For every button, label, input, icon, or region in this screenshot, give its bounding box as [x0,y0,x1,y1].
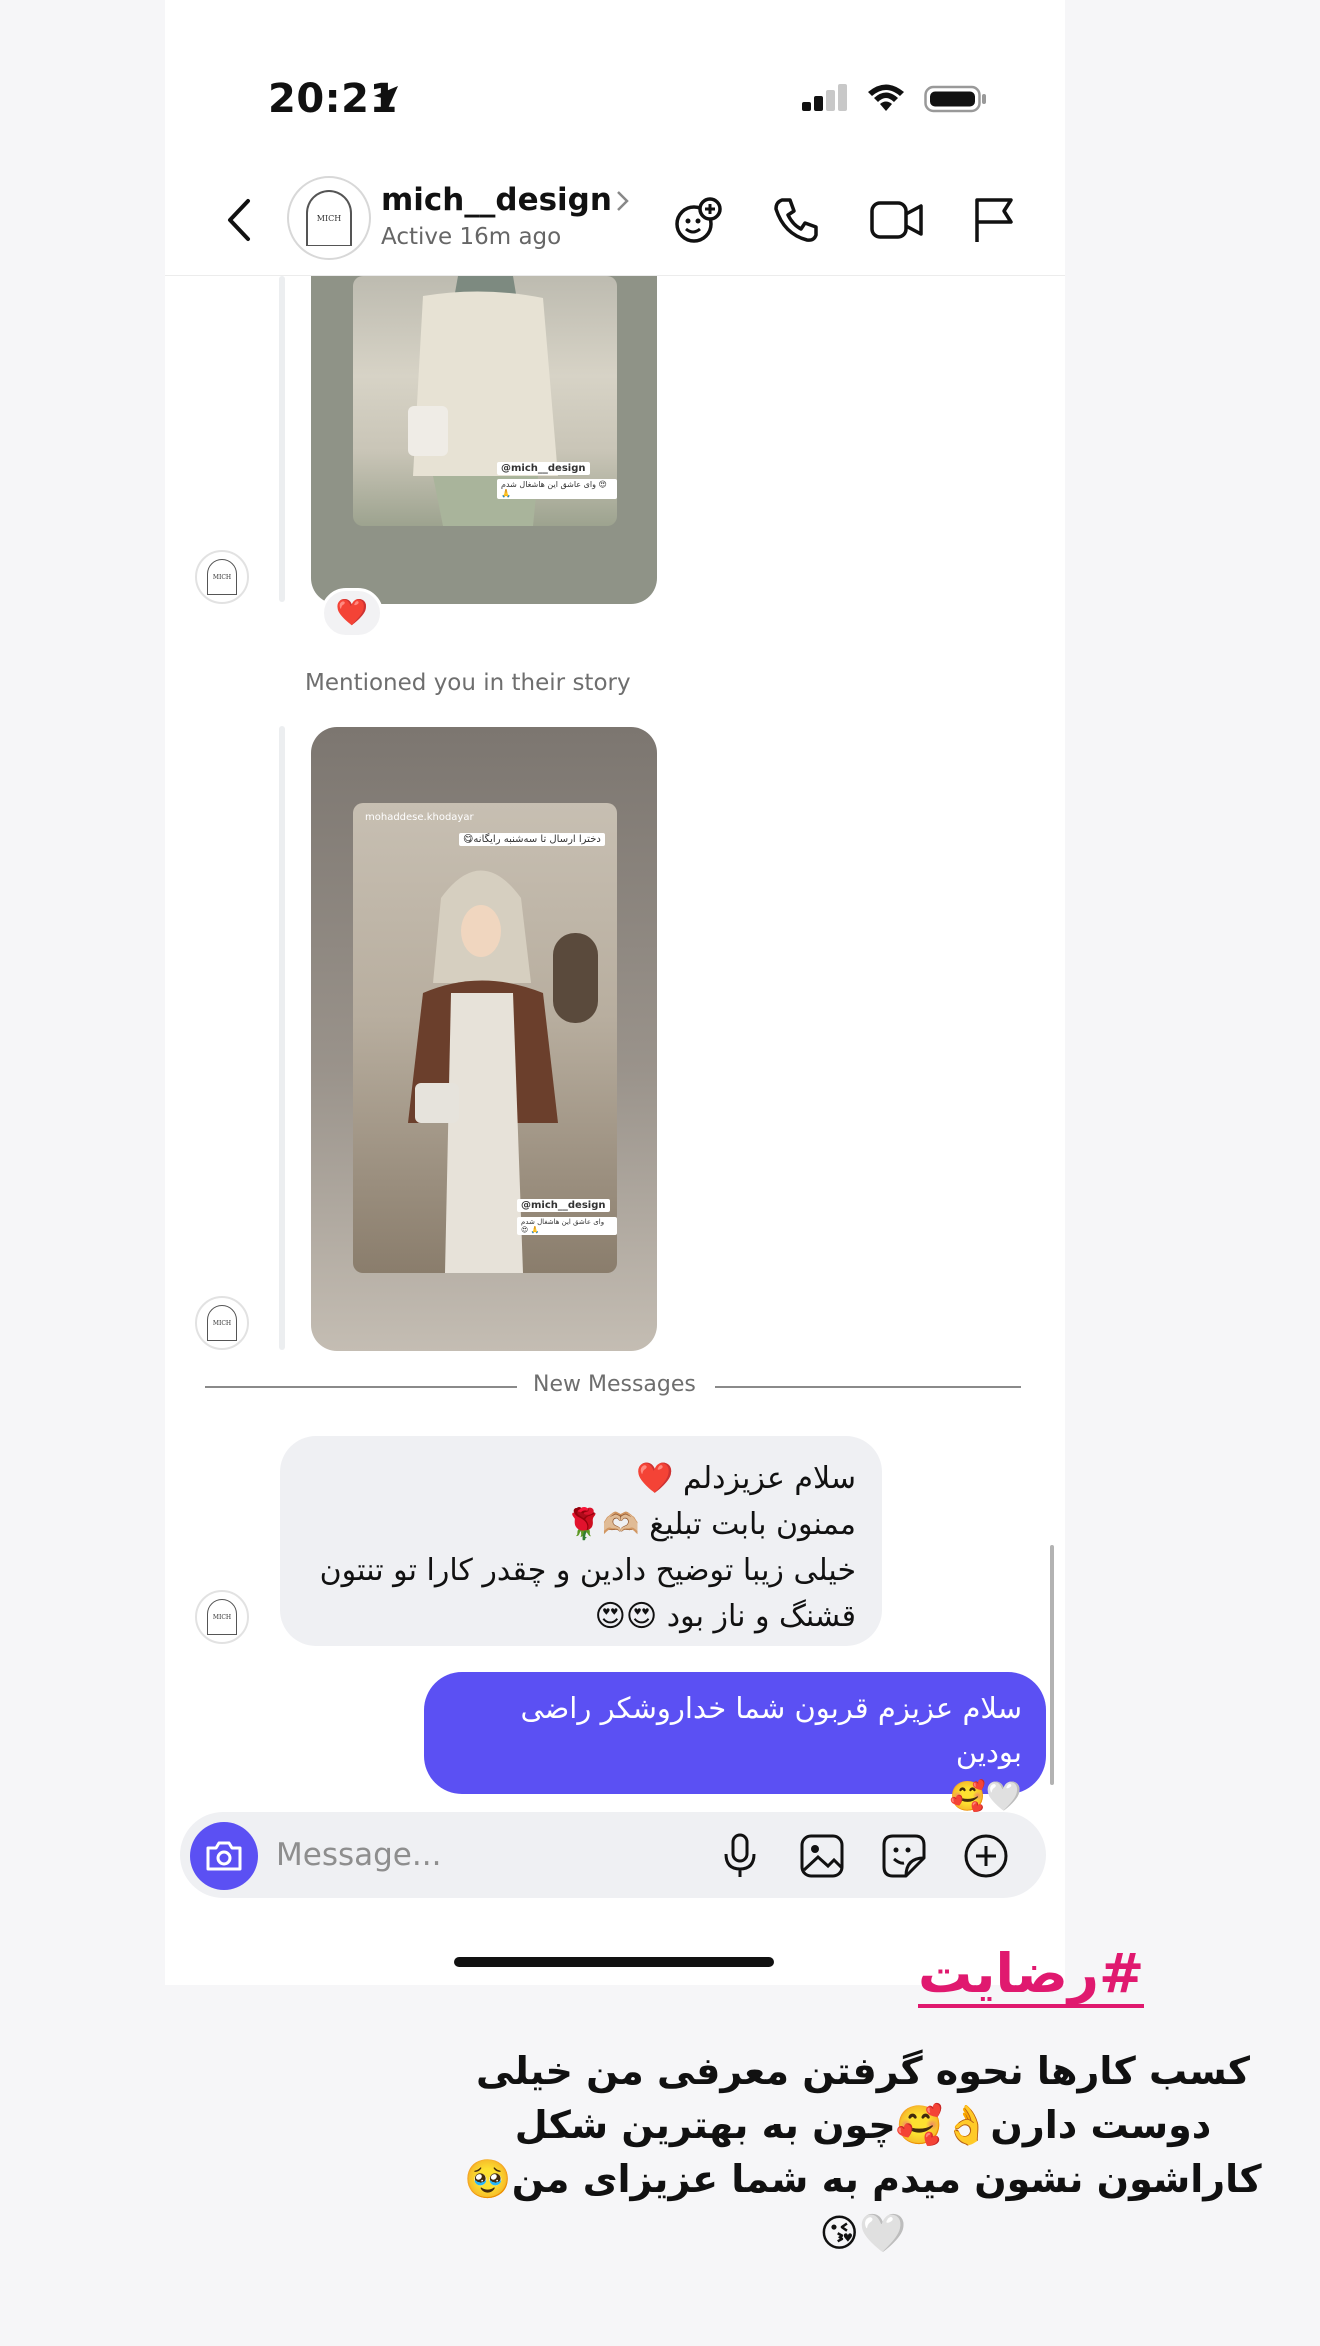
sticker-icon[interactable] [880,1832,928,1880]
avatar[interactable]: MICH [195,1590,249,1644]
message-line: خیلی زیبا توضیح دادین و چقدر کارا تو تنت… [319,1553,856,1588]
chat-header: MICH mich__design Active 16m ago [165,160,1065,276]
story-handle-tag: @mich__design [497,462,590,475]
outgoing-message-bubble[interactable]: سلام عزیزم قربون شما خداروشکر راضی بودین… [424,1672,1046,1813]
flag-icon[interactable] [971,194,1017,246]
signal-icon [802,84,847,111]
incoming-message-bubble[interactable]: سلام عزیزدلم ❤️ ممنون بابت تبلیغ 🫶🏼🌹 خیل… [280,1436,882,1646]
message-input[interactable] [276,1832,556,1878]
story-caption-strip: وای عاشق این هاشغال شدم 😍 🙏 [497,479,617,499]
back-icon[interactable] [220,195,260,245]
camera-icon [206,1841,242,1871]
reply-thread-line [279,726,285,1350]
effects-icon[interactable] [670,194,726,250]
gallery-icon[interactable] [798,1832,846,1880]
hashtag-title: #رضایت [918,1944,1145,2008]
add-icon[interactable] [962,1832,1010,1880]
reply-thread-line [279,276,285,602]
location-arrow-icon [374,86,398,110]
mention-label: Mentioned you in their story [305,670,631,696]
divider-line [715,1386,1021,1388]
mic-icon[interactable] [720,1832,760,1880]
story-handle-tag: @mich__design [517,1199,610,1212]
wifi-icon [868,84,904,111]
battery-icon [924,85,986,113]
active-status: Active 16m ago [381,224,562,250]
message-line: قشنگ و ناز بود 😍😍 [594,1599,856,1634]
avatar-logo: MICH [207,559,237,595]
chevron-right-icon[interactable] [615,190,631,212]
home-indicator[interactable] [454,1957,774,1967]
status-indicators [802,84,988,114]
story-sticker: دخترا ارسال تا سه‌شنبه رایگانه😋 [459,833,605,846]
caption-line: کسب کارها نحوه گرفتن معرفی من خیلی [476,2049,1250,2093]
scrollbar[interactable] [1050,1545,1054,1785]
story-caption-strip: وای عاشق این هاشغال شدم 😍 🙏 [517,1217,617,1235]
message-composer [180,1812,1046,1898]
reaction-heart[interactable]: ❤️ [321,588,383,638]
avatar[interactable]: MICH [195,550,249,604]
caption-line: 🤍😘 [819,2211,907,2255]
message-line: سلام عزیزم قربون شما خداروشکر راضی بودین [520,1691,1022,1769]
phone-screen: 20:21 MICH mich__design Active 16m ago @… [165,0,1065,1985]
avatar[interactable]: MICH [287,176,371,260]
avatar[interactable]: MICH [195,1296,249,1350]
story-caption: کسب کارها نحوه گرفتن معرفی من خیلی دوست … [448,2044,1278,2260]
avatar-logo: MICH [207,1599,237,1635]
caption-line: دوست دارن👌🥰چون به بهترین شکل [514,2103,1212,2147]
story-image: mohaddese.khodayar دخترا ارسال تا سه‌شنب… [353,803,617,1273]
new-messages-label: New Messages [533,1372,696,1397]
story-author: mohaddese.khodayar [365,812,474,823]
caption-line: کاراشون نشون میدم به شما عزیزای من🥹 [464,2157,1262,2201]
camera-button[interactable] [190,1822,258,1890]
phone-icon[interactable] [770,194,822,246]
username[interactable]: mich__design [381,182,612,218]
avatar-logo: MICH [306,190,352,246]
story-card[interactable]: @mich__design وای عاشق این هاشغال شدم 😍 … [311,276,657,604]
video-icon[interactable] [869,194,925,246]
story-card[interactable]: mohaddese.khodayar دخترا ارسال تا سه‌شنب… [311,727,657,1351]
message-line: سلام عزیزدلم ❤️ [636,1461,856,1496]
story-image: @mich__design وای عاشق این هاشغال شدم 😍 … [353,276,617,526]
message-line: ممنون بابت تبلیغ 🫶🏼🌹 [565,1507,856,1542]
divider-line [205,1386,517,1388]
avatar-logo: MICH [207,1305,237,1341]
